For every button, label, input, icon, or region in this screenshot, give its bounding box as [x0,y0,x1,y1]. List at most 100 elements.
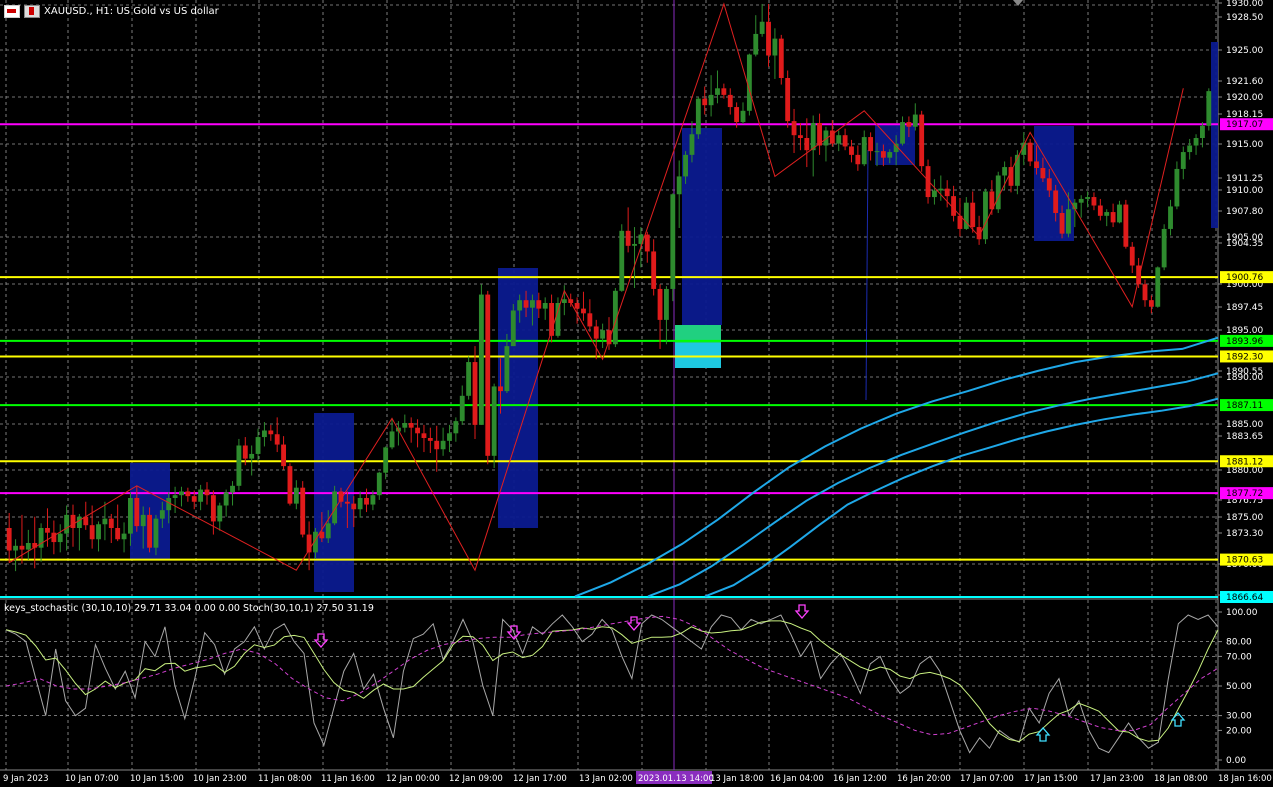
candle-body [453,421,459,434]
candle-body [13,545,18,551]
candle-body [900,122,905,144]
time-tick-label: 17 Jan 23:00 [1090,774,1144,784]
candle-body [664,288,669,320]
stoch-tick-label: 70.00 [1226,652,1252,662]
candle-body [108,518,114,528]
candle-body [810,123,816,151]
candle-body [785,78,791,122]
chart-type-icon[interactable] [4,4,20,18]
candle-body [498,386,503,392]
candle-body [45,528,50,533]
candle-body [925,166,931,198]
candle-body [1085,197,1090,199]
candle-body [491,386,497,456]
candle-body [632,243,637,246]
stochastic-label: keys_stochastic (30,10,10) 29.71 33.04 0… [4,603,374,614]
candle-body [644,234,650,252]
candle-body [868,137,874,152]
level-label: 1887.11 [1226,401,1263,411]
candle-body [836,135,842,144]
price-tick-label: 1895.00 [1226,326,1263,336]
candle-body [734,107,740,123]
level-label: 1870.63 [1226,556,1263,566]
candle-body [625,230,631,246]
candle-body [1155,267,1161,307]
price-tick-label: 1907.80 [1226,207,1263,217]
candle-body [1117,204,1122,223]
candle-body [561,299,567,303]
time-tick-label: 17 Jan 07:00 [960,774,1014,784]
candle-body [517,300,523,311]
candle-body [683,154,688,177]
candle-body [1142,284,1148,301]
candle-body [887,152,893,158]
candle-body [140,514,146,527]
candle-body [523,300,529,308]
time-tick-label: 16 Jan 12:00 [833,774,887,784]
candle-body [478,294,484,425]
candle-body [427,438,433,441]
candle-body [606,330,612,345]
time-tick-label: 10 Jan 15:00 [130,774,184,784]
candle-body [708,94,714,106]
candle-body [281,444,286,467]
chart-canvas[interactable]: 1928.501925.001921.601920.001918.151915.… [0,0,1273,787]
price-tick-label: 1915.00 [1226,140,1263,150]
candle-body [293,487,299,504]
candle-body [727,94,733,108]
candle-body [1161,228,1167,268]
candle-body [185,491,191,497]
candle-body [223,492,229,506]
time-tick-label: 12 Jan 17:00 [513,774,567,784]
candle-body [759,21,765,34]
candle-body [1168,206,1173,229]
candle-body [64,514,70,534]
stoch-tick-label: 0.00 [1226,756,1246,766]
candle-body [1078,198,1084,203]
candle-body [932,190,937,198]
candle-body [344,501,350,504]
candle-body [357,498,363,510]
candle-body [351,503,357,510]
price-tick-label: 1890.00 [1226,373,1263,383]
candle-body [970,202,976,228]
candle-body [676,176,682,195]
candle-body [670,194,676,289]
candle-body [619,230,625,291]
candle-body [702,98,708,106]
candle-body [791,121,797,136]
candle-body [376,472,382,496]
level-label: 1900.76 [1226,273,1263,283]
candle-body [510,310,516,347]
price-tick-label: 1920.00 [1226,93,1263,103]
candle-body [772,38,778,56]
candle-body [504,346,510,392]
candle-body [804,138,810,151]
candle-body [472,362,478,425]
stoch-tick-label: 50.00 [1226,682,1252,692]
price-tick-label: 1910.00 [1226,186,1263,196]
candle-body [70,514,76,528]
level-label: 1893.96 [1226,337,1263,347]
candle-body [1193,138,1199,146]
candle-body [1187,145,1193,153]
candle-body [753,33,759,55]
time-tick-label: 10 Jan 07:00 [65,774,119,784]
candle-body [874,151,880,153]
candle-body [1123,204,1129,247]
time-tick-label: 12 Jan 09:00 [449,774,503,784]
price-tick-label: 1880.00 [1226,466,1263,476]
candle-body [1110,212,1116,223]
symbol-flag-icon[interactable] [24,4,40,18]
candle-body [415,427,420,434]
candle-body [19,545,25,550]
candle-body [536,300,542,309]
candle-body [581,308,586,314]
level-label: 1917.07 [1226,120,1263,130]
candle-body [121,533,127,540]
candle-body [657,288,663,320]
price-tick-label: 1883.65 [1226,432,1263,442]
candle-body [447,433,452,441]
candle-body [721,88,727,95]
candle-body [172,495,178,498]
